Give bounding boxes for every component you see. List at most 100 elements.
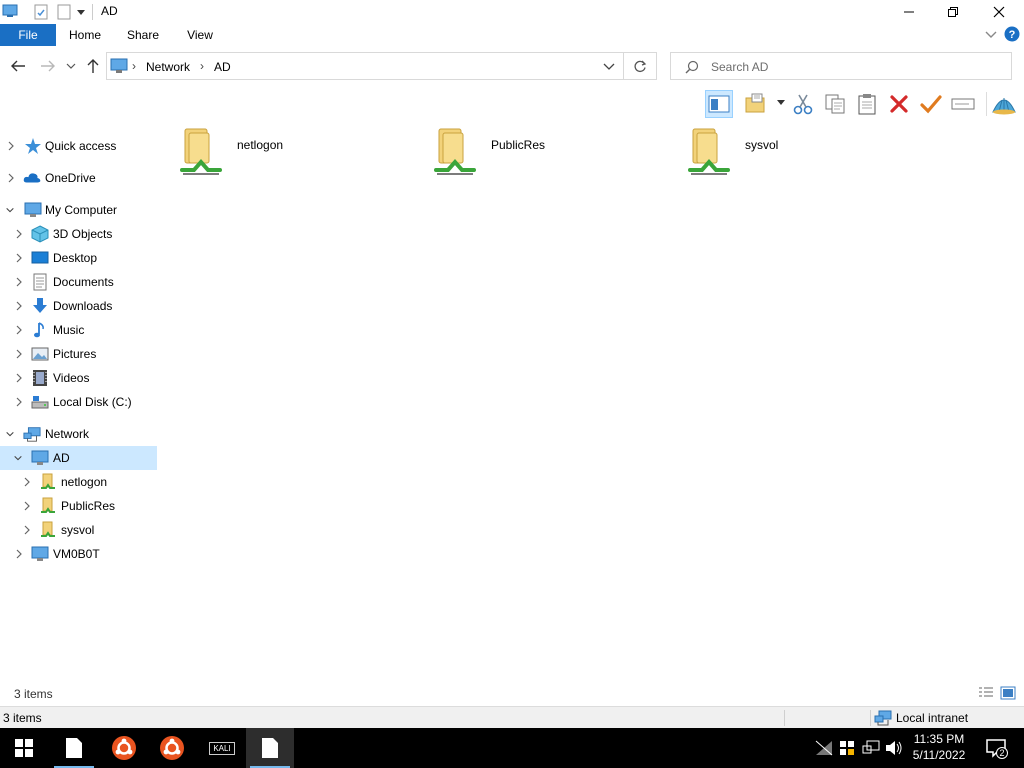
security-zone: Local intranet bbox=[874, 709, 968, 727]
download-arrow-icon bbox=[33, 298, 47, 313]
clock-date: 5/11/2022 bbox=[912, 748, 966, 762]
new-folder-button[interactable] bbox=[742, 90, 770, 118]
chevron-right-icon bbox=[16, 277, 22, 287]
folder-item-publicres[interactable]: PublicRes bbox=[417, 124, 657, 180]
shared-folder-icon bbox=[688, 128, 730, 175]
nav-item-local-disk[interactable]: Local Disk (C:) bbox=[0, 390, 157, 414]
nav-item-onedrive[interactable]: OneDrive bbox=[0, 166, 157, 190]
preview-pane-button[interactable] bbox=[705, 90, 733, 118]
view-switcher bbox=[976, 684, 1020, 702]
notification-count-badge: 2 bbox=[996, 747, 1008, 759]
rename-button[interactable] bbox=[949, 90, 977, 118]
nav-item-my-computer[interactable]: My Computer bbox=[0, 198, 157, 222]
new-folder-dropdown-icon[interactable] bbox=[777, 100, 785, 106]
command-toolbar bbox=[700, 88, 1024, 120]
help-icon[interactable]: ? bbox=[1004, 26, 1020, 42]
search-placeholder: Search AD bbox=[711, 60, 769, 74]
computer-icon bbox=[31, 546, 49, 561]
start-button[interactable] bbox=[0, 728, 48, 768]
ubuntu-icon bbox=[160, 736, 184, 760]
cube-icon bbox=[31, 225, 49, 243]
tab-home[interactable]: Home bbox=[62, 24, 108, 46]
taskbar-app-kali[interactable]: KALI bbox=[198, 728, 246, 768]
search-input[interactable]: Search AD bbox=[670, 52, 1012, 80]
back-button[interactable] bbox=[10, 59, 26, 73]
status-item-count: 3 items bbox=[3, 711, 42, 725]
close-button[interactable] bbox=[976, 0, 1022, 24]
network-disconnected-icon[interactable] bbox=[814, 738, 834, 758]
computer-icon bbox=[24, 202, 42, 217]
folder-label: netlogon bbox=[237, 138, 284, 152]
large-icons-view-icon[interactable] bbox=[1000, 686, 1016, 700]
nav-item-network[interactable]: Network bbox=[0, 422, 157, 446]
address-bar[interactable]: › Network › AD bbox=[106, 52, 624, 80]
nav-label: VM0B0T bbox=[53, 547, 100, 561]
notifications-icon[interactable]: 2 bbox=[984, 738, 1008, 759]
taskbar-app-ubuntu-1[interactable] bbox=[100, 728, 148, 768]
nav-item-publicres[interactable]: PublicRes bbox=[0, 494, 157, 518]
nav-item-ad[interactable]: AD bbox=[0, 446, 157, 470]
nav-item-desktop[interactable]: Desktop bbox=[0, 246, 157, 270]
ribbon-tabs: File Home Share View ? bbox=[0, 24, 1024, 46]
shared-folder-icon bbox=[41, 521, 55, 537]
refresh-button[interactable] bbox=[624, 52, 657, 80]
breadcrumb-network[interactable]: Network bbox=[146, 60, 190, 74]
new-folder-qat-icon[interactable] bbox=[57, 4, 71, 20]
tab-view[interactable]: View bbox=[178, 24, 222, 46]
details-view-icon[interactable] bbox=[978, 686, 994, 700]
explorer-window-icon[interactable] bbox=[2, 4, 18, 18]
taskbar-app-ubuntu-2[interactable] bbox=[148, 728, 196, 768]
volume-icon[interactable] bbox=[884, 738, 904, 758]
nav-item-downloads[interactable]: Downloads bbox=[0, 294, 157, 318]
drive-icon bbox=[31, 396, 49, 409]
up-button[interactable] bbox=[86, 58, 100, 74]
clock[interactable]: 11:35 PM 5/11/2022 bbox=[906, 731, 972, 763]
nav-item-netlogon[interactable]: netlogon bbox=[0, 470, 157, 494]
security-shield-icon[interactable] bbox=[837, 738, 857, 758]
properties-button[interactable] bbox=[917, 90, 945, 118]
nav-item-pictures[interactable]: Pictures bbox=[0, 342, 157, 366]
nav-label: sysvol bbox=[61, 523, 95, 537]
qat-dropdown-icon[interactable] bbox=[76, 8, 86, 16]
folder-label: PublicRes bbox=[491, 138, 546, 152]
nav-item-documents[interactable]: Documents bbox=[0, 270, 157, 294]
expand-ribbon-icon[interactable] bbox=[985, 30, 997, 40]
minimize-button[interactable] bbox=[886, 0, 932, 24]
windows-logo-icon bbox=[15, 739, 33, 757]
nav-item-quick-access[interactable]: Quick access bbox=[0, 134, 157, 158]
chevron-right-icon bbox=[16, 325, 22, 335]
folder-item-sysvol[interactable]: sysvol bbox=[671, 124, 911, 180]
shared-folder-icon bbox=[434, 128, 476, 175]
properties-qat-icon[interactable] bbox=[34, 4, 48, 20]
paste-button[interactable] bbox=[853, 90, 881, 118]
tab-file[interactable]: File bbox=[0, 24, 56, 46]
nav-label: AD bbox=[53, 451, 70, 465]
nav-item-videos[interactable]: Videos bbox=[0, 366, 157, 390]
restore-button[interactable] bbox=[930, 0, 976, 24]
shell-button[interactable] bbox=[990, 90, 1018, 118]
copy-button[interactable] bbox=[821, 90, 849, 118]
network-status-icon[interactable] bbox=[861, 738, 881, 758]
folder-item-netlogon[interactable]: netlogon bbox=[163, 124, 403, 180]
music-note-icon bbox=[34, 322, 44, 338]
address-dropdown-icon[interactable] bbox=[603, 63, 615, 71]
chevron-right-icon bbox=[16, 229, 22, 239]
delete-button[interactable] bbox=[885, 90, 913, 118]
computer-icon bbox=[31, 450, 49, 465]
forward-button[interactable] bbox=[40, 59, 56, 73]
tab-share[interactable]: Share bbox=[120, 24, 166, 46]
nav-item-3d-objects[interactable]: 3D Objects bbox=[0, 222, 157, 246]
chevron-right-icon bbox=[24, 477, 30, 487]
nav-label: Local Disk (C:) bbox=[53, 395, 132, 409]
recent-locations-icon[interactable] bbox=[66, 63, 76, 71]
cut-button[interactable] bbox=[789, 90, 817, 118]
breadcrumb-ad[interactable]: AD bbox=[214, 60, 231, 74]
nav-item-vm0b0t[interactable]: VM0B0T bbox=[0, 542, 157, 566]
pictures-icon bbox=[31, 347, 49, 361]
paste-icon bbox=[858, 94, 876, 115]
taskbar-app-file-1[interactable] bbox=[50, 728, 98, 768]
nav-item-music[interactable]: Music bbox=[0, 318, 157, 342]
taskbar-app-file-2[interactable] bbox=[246, 728, 294, 768]
nav-item-sysvol[interactable]: sysvol bbox=[0, 518, 157, 542]
shared-folder-icon bbox=[41, 473, 55, 489]
